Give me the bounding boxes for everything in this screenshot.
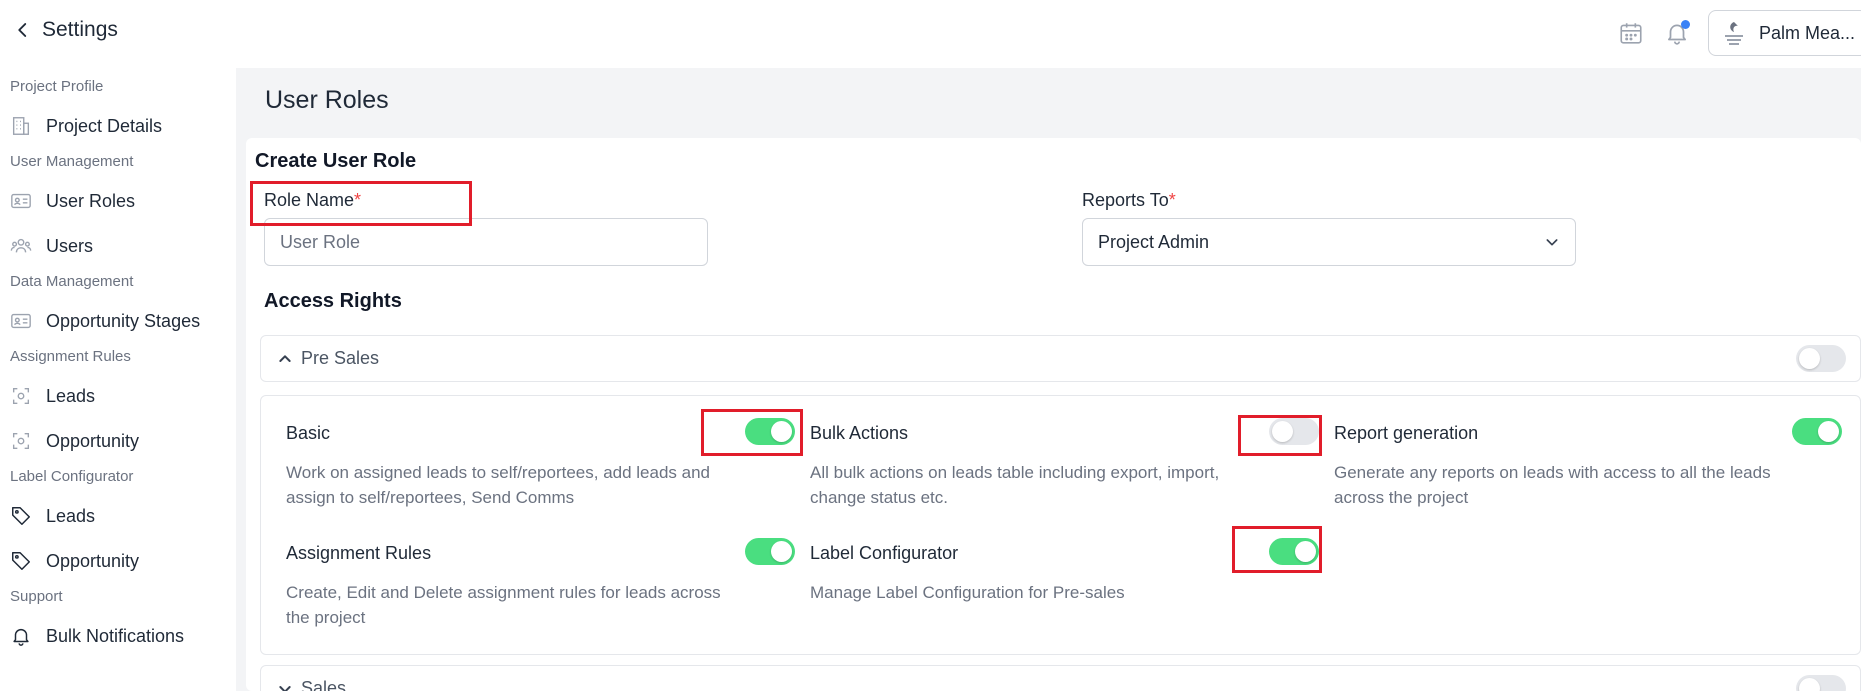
page-title: User Roles (265, 86, 389, 114)
permission-assignment-rules-title: Assignment Rules (286, 543, 432, 563)
toggle-knob (1799, 348, 1820, 369)
toggle-knob (1272, 421, 1293, 442)
sidebar: Project Profile Project Details User Man… (0, 68, 236, 691)
toggle-knob (1799, 678, 1820, 691)
project-name: Palm Mea... (1759, 22, 1856, 43)
accordion-sales[interactable]: Sales (260, 665, 1861, 691)
permission-report-generation-description: Generate any reports on leads with acces… (1334, 463, 1771, 507)
sidebar-item-label: Opportunity (46, 550, 140, 571)
permission-label-configurator-toggle[interactable] (1269, 538, 1319, 565)
access-rights-heading: Access Rights (264, 290, 402, 312)
create-user-role-card: Create User Role Role Name* Reports To* … (246, 138, 1861, 691)
pre-sales-permissions: Basic Work on assigned leads to self/rep… (260, 395, 1861, 655)
role-name-field[interactable] (264, 218, 708, 266)
users-icon (10, 238, 32, 253)
sidebar-item-label: Opportunity (46, 430, 140, 451)
permission-basic-description: Work on assigned leads to self/reportees… (286, 463, 711, 507)
pre-sales-toggle[interactable] (1796, 345, 1846, 372)
sidebar-item-label: Bulk Notifications (46, 625, 185, 646)
sidebar-section-project-profile: Project Profile (10, 78, 104, 95)
sidebar-item-label: User Roles (46, 190, 136, 211)
bell-icon (13, 628, 29, 646)
sidebar-item-label: Leads (46, 385, 96, 406)
permission-label-configurator-title: Label Configurator (810, 543, 959, 563)
chevron-down-icon (1546, 239, 1558, 246)
target-icon (12, 432, 30, 450)
accordion-pre-sales[interactable]: Pre Sales (260, 335, 1861, 382)
sidebar-item-label: Project Details (46, 115, 163, 136)
permission-report-generation-toggle[interactable] (1792, 418, 1842, 445)
sidebar-section-data-management: Data Management (10, 273, 134, 290)
id-card-icon (11, 193, 31, 209)
tag-icon (12, 507, 30, 525)
permission-label-configurator-description: Manage Label Configuration for Pre-sales (810, 583, 1125, 602)
sidebar-item-label: Users (46, 235, 94, 256)
project-switcher[interactable]: Palm Mea... (1708, 10, 1861, 56)
permission-bulk-actions-toggle[interactable] (1269, 418, 1319, 445)
toggle-knob (1295, 541, 1316, 562)
sidebar-item-bulk-notifications[interactable]: Bulk Notifications (10, 625, 184, 647)
card-title: Create User Role (255, 150, 417, 172)
reports-to-value: Project Admin (1098, 231, 1210, 252)
building-icon (12, 117, 30, 135)
permission-basic-toggle[interactable] (745, 418, 795, 445)
permission-bulk-actions-title: Bulk Actions (810, 423, 909, 443)
sidebar-section-support: Support (10, 588, 63, 605)
sidebar-item-assignment-opportunity[interactable]: Opportunity (10, 430, 139, 452)
top-bar: Settings Palm Mea... (0, 0, 1861, 68)
role-name-label-text: Role Name (264, 190, 355, 210)
sidebar-item-opportunity-stages[interactable]: Opportunity Stages (10, 310, 200, 332)
permission-assignment-rules-toggle[interactable] (745, 538, 795, 565)
permission-assignment-rules-description: Create, Edit and Delete assignment rules… (286, 583, 721, 627)
sidebar-item-label-leads[interactable]: Leads (10, 505, 95, 527)
permission-basic-title: Basic (286, 423, 331, 443)
sidebar-item-label-opportunity[interactable]: Opportunity (10, 550, 139, 572)
sidebar-item-label: Opportunity Stages (46, 310, 201, 331)
role-name-input[interactable] (280, 231, 692, 253)
permission-bulk-actions-description: All bulk actions on leads table includin… (810, 463, 1220, 507)
chevron-left-icon (18, 23, 27, 37)
toggle-knob (771, 421, 792, 442)
reports-to-select[interactable]: Project Admin (1082, 218, 1576, 266)
required-marker: * (1168, 190, 1176, 210)
back-label: Settings (42, 18, 118, 41)
sidebar-item-label: Leads (46, 505, 96, 526)
sidebar-item-assignment-leads[interactable]: Leads (10, 385, 95, 407)
sales-toggle[interactable] (1796, 675, 1846, 691)
sidebar-item-user-roles[interactable]: User Roles (10, 190, 135, 212)
sidebar-section-user-management: User Management (10, 153, 134, 170)
tag-icon (12, 552, 30, 570)
reports-to-label: Reports To* (1082, 190, 1176, 211)
sidebar-section-assignment-rules: Assignment Rules (10, 348, 131, 365)
sidebar-section-label-configurator: Label Configurator (10, 468, 134, 485)
calendar-button[interactable] (1616, 18, 1646, 48)
permission-report-generation-title: Report generation (1334, 423, 1479, 443)
toggle-knob (771, 541, 792, 562)
notification-dot (1681, 20, 1690, 29)
calendar-icon (1620, 23, 1642, 44)
required-marker: * (354, 190, 362, 210)
role-name-label: Role Name* (264, 190, 361, 211)
back-button[interactable]: Settings (14, 18, 118, 42)
chevron-up-icon (279, 354, 291, 362)
sidebar-item-users[interactable]: Users (10, 235, 93, 257)
accordion-label: Pre Sales (301, 348, 380, 368)
main-content: User Roles Create User Role Role Name* R… (236, 68, 1861, 691)
toggle-knob (1818, 421, 1839, 442)
sidebar-item-project-details[interactable]: Project Details (10, 115, 162, 137)
reports-to-label-text: Reports To (1082, 190, 1169, 210)
project-logo-icon (1721, 18, 1747, 48)
target-icon (12, 387, 30, 405)
accordion-label: Sales (301, 678, 347, 691)
chevron-down-icon (279, 685, 291, 691)
notifications-button[interactable] (1662, 18, 1692, 48)
id-card-icon (11, 313, 31, 329)
